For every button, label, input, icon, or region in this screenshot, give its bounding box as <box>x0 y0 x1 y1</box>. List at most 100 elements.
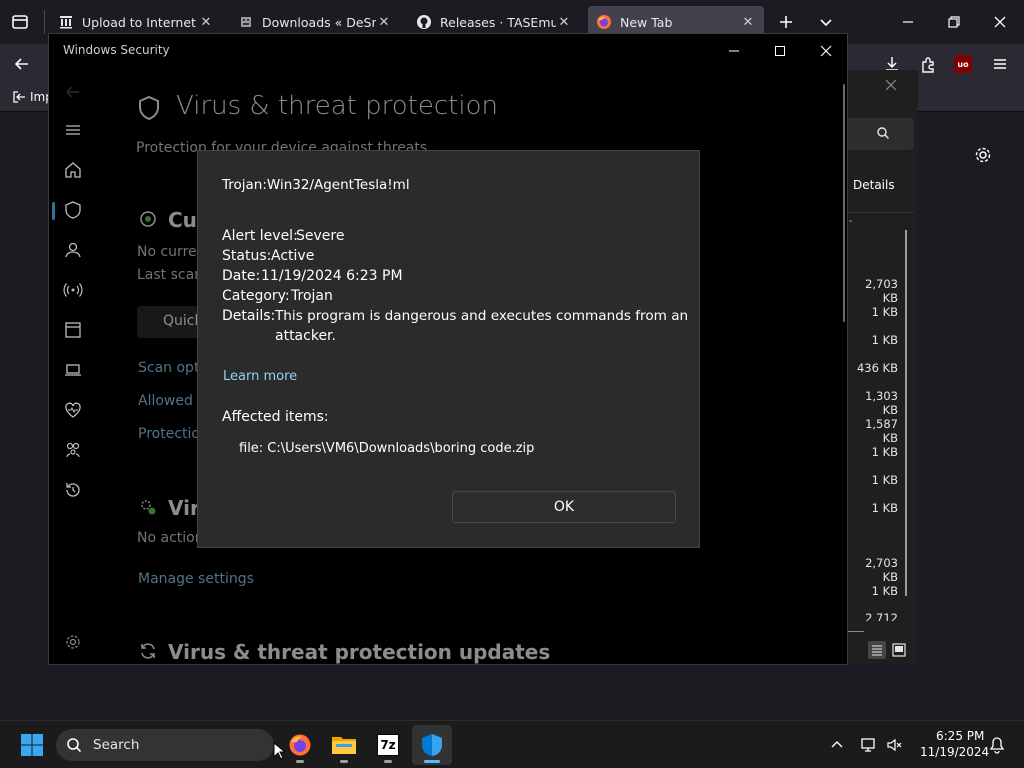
alert-level-label: Alert level: <box>222 228 298 244</box>
windows-security-taskbar-button[interactable] <box>412 725 452 765</box>
learn-more-link[interactable]: Learn more <box>223 369 297 384</box>
search-placeholder: Search <box>93 737 140 753</box>
file-explorer-icon <box>331 734 357 756</box>
updates-refresh-icon <box>138 641 158 661</box>
tab-title: Upload to Internet Arch <box>82 14 198 30</box>
import-bookmarks-item[interactable]: Imp <box>12 90 53 104</box>
winsec-scrollbar[interactable] <box>843 84 845 322</box>
running-indicator <box>296 760 304 763</box>
details-label: Details: <box>222 308 276 324</box>
internet-archive-icon <box>58 14 74 30</box>
tab-close-icon[interactable]: ✕ <box>198 15 214 30</box>
ublock-origin-icon[interactable]: uo <box>954 55 972 73</box>
status-label: Status: <box>222 248 272 264</box>
minimize-icon[interactable] <box>711 34 757 68</box>
category-label: Category: <box>222 288 290 304</box>
manage-settings-link[interactable]: Manage settings <box>138 571 254 587</box>
tab-list-icon[interactable] <box>8 10 32 34</box>
taskbar-search-box[interactable]: Search <box>56 729 274 761</box>
file-size: 2,703 KB <box>865 556 898 584</box>
show-hidden-icons-chevron-icon[interactable] <box>829 737 845 753</box>
hamburger-menu-icon[interactable] <box>63 120 83 140</box>
large-icons-view-icon[interactable] <box>890 641 908 659</box>
list-all-tabs-chevron-icon[interactable] <box>816 12 836 32</box>
file-size: 1 KB <box>871 501 898 515</box>
firewall-network-icon[interactable] <box>63 280 83 300</box>
file-explorer-taskbar-button[interactable] <box>324 725 364 765</box>
protection-history-icon[interactable] <box>63 480 83 500</box>
threat-details-dialog: Trojan:Win32/AgentTesla!ml Alert level: … <box>197 150 700 548</box>
file-size: 2,712 KB <box>865 611 898 621</box>
affected-items-label: Affected items: <box>222 409 329 425</box>
tab-title: New Tab <box>620 14 673 30</box>
maximize-icon[interactable] <box>757 34 803 68</box>
allowed-threats-link[interactable]: Allowed t <box>138 393 203 409</box>
new-tab-plus-icon[interactable] <box>776 12 796 32</box>
clock-time[interactable]: 6:25 PM <box>936 729 984 743</box>
shield-icon[interactable] <box>63 200 83 220</box>
home-icon[interactable] <box>63 160 83 180</box>
settings-gear-icon[interactable] <box>63 632 83 652</box>
search-icon <box>66 737 82 753</box>
window-restore-icon[interactable] <box>944 12 964 32</box>
device-security-laptop-icon[interactable] <box>63 360 83 380</box>
file-size: 1,587 KB <box>865 417 898 445</box>
file-explorer-window: Details ˇ 2,703 KB 1 KB 1 KB 436 KB 1,30… <box>848 70 918 664</box>
settings-gear-badge-icon <box>138 497 158 517</box>
details-view-icon[interactable] <box>868 641 886 659</box>
back-arrow-icon[interactable] <box>12 54 32 74</box>
windows-security-icon <box>420 733 444 757</box>
no-action-text: No action <box>137 530 204 546</box>
file-size: 436 KB <box>856 361 898 375</box>
window-close-icon[interactable] <box>990 12 1010 32</box>
details-toggle[interactable]: Details <box>853 178 895 192</box>
details-text-line2: attacker. <box>275 328 336 344</box>
hamburger-menu-icon[interactable] <box>990 54 1010 74</box>
windows-security-titlebar[interactable]: Windows Security <box>49 34 847 68</box>
clock-date[interactable]: 11/19/2024 <box>920 745 989 759</box>
affected-item-path: file: C:\Users\VM6\Downloads\boring code… <box>239 441 535 456</box>
scan-status-icon <box>138 209 158 229</box>
app-browser-control-icon[interactable] <box>63 320 83 340</box>
window-title: Windows Security <box>63 43 170 57</box>
import-icon <box>12 90 26 104</box>
family-options-icon[interactable] <box>63 440 83 460</box>
extensions-icon[interactable] <box>918 54 938 74</box>
start-windows-icon[interactable] <box>20 733 44 757</box>
notification-bell-icon[interactable] <box>988 736 1006 754</box>
settings-gear-icon[interactable] <box>973 145 993 165</box>
7zip-taskbar-button[interactable]: 7z <box>368 725 408 765</box>
explorer-scrollbar[interactable] <box>905 230 907 596</box>
close-icon[interactable] <box>803 34 847 68</box>
volume-muted-icon[interactable] <box>886 736 904 754</box>
file-size: 1 KB <box>871 305 898 319</box>
7zip-label: 7z <box>380 738 396 752</box>
active-indicator <box>424 760 440 763</box>
alert-level-value: Severe <box>296 228 345 244</box>
explorer-search-box[interactable] <box>848 118 914 150</box>
page-shield-icon <box>135 94 163 122</box>
details-text-line1: This program is dangerous and executes c… <box>275 308 689 324</box>
file-size: 1 KB <box>871 473 898 487</box>
running-indicator <box>384 760 392 763</box>
tab-title: Releases · TASEmulator <box>440 14 556 30</box>
tab-close-icon[interactable]: ✕ <box>556 15 572 30</box>
network-display-icon[interactable] <box>860 736 878 754</box>
no-current-threats-text: No curre <box>137 244 197 260</box>
window-minimize-icon[interactable] <box>898 12 918 32</box>
date-label: Date: <box>222 268 261 284</box>
file-size: 1 KB <box>871 584 898 598</box>
back-arrow-icon[interactable] <box>63 82 83 102</box>
file-size: 1,303 KB <box>865 389 898 417</box>
running-indicator <box>340 760 348 763</box>
explorer-close-icon[interactable] <box>884 78 898 92</box>
column-sort-chevron-icon: ˇ <box>848 220 853 231</box>
firefox-taskbar-button[interactable] <box>280 725 320 765</box>
device-health-heart-icon[interactable] <box>63 400 83 420</box>
ok-button[interactable]: OK <box>452 491 676 523</box>
tab-close-icon[interactable]: ✕ <box>376 15 392 30</box>
file-size: 2,703 KB <box>865 277 898 305</box>
tab-close-icon[interactable]: ✕ <box>740 15 756 30</box>
account-person-icon[interactable] <box>63 240 83 260</box>
file-size: 1 KB <box>871 445 898 459</box>
